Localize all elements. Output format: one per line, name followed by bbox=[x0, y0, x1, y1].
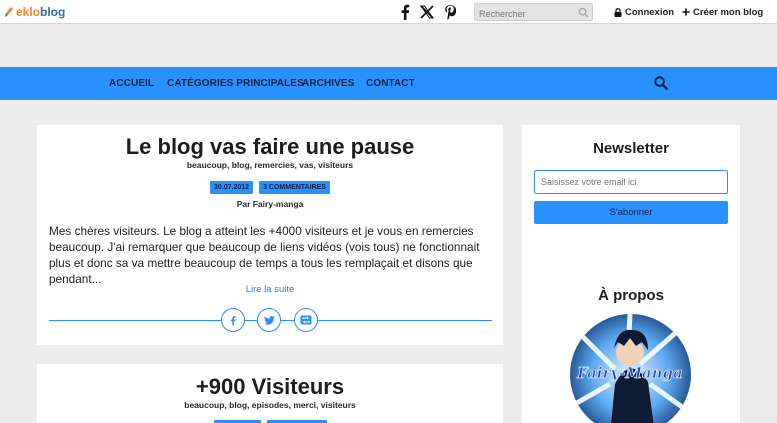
avatar-image: Fairy-Manga bbox=[570, 314, 691, 423]
main-navigation: ACCUEIL CATÉGORIES PRINCIPALES ARCHIVES … bbox=[0, 67, 777, 100]
post-tags[interactable]: beaucoup, blog, remercies, vas, visiteur… bbox=[37, 160, 503, 170]
nav-item-categories[interactable]: CATÉGORIES PRINCIPALES bbox=[167, 78, 304, 89]
nav-item-accueil[interactable]: ACCUEIL bbox=[109, 78, 154, 89]
top-bar: ekloblog Connexion Créer mon blog bbox=[0, 0, 777, 24]
twitter-bird-icon bbox=[263, 315, 275, 325]
post-author: Par Fairy-manga bbox=[236, 199, 304, 209]
avatar: Fairy-Manga bbox=[570, 314, 691, 423]
newsletter-email-field bbox=[534, 170, 728, 194]
post-excerpt: Mes chères visiteurs. Le blog a atteint … bbox=[49, 224, 480, 286]
newsletter-title: Newsletter bbox=[593, 140, 669, 157]
post-title[interactable]: Le blog vas faire une pause bbox=[37, 134, 503, 160]
share-twitter-button[interactable] bbox=[257, 308, 281, 332]
create-blog-link[interactable]: Créer mon blog bbox=[682, 5, 763, 19]
plus-icon bbox=[682, 8, 690, 16]
eklablog-logo[interactable]: eklo blog bbox=[4, 3, 65, 21]
logo-text-blog: blog bbox=[40, 5, 66, 19]
newsletter-email-input[interactable] bbox=[535, 171, 727, 193]
facebook-icon[interactable] bbox=[396, 3, 414, 21]
post-card: +900 Visiteurs beaucoup, blog, episodes,… bbox=[37, 364, 503, 423]
pinterest-icon[interactable] bbox=[441, 3, 459, 21]
create-blog-label: Créer mon blog bbox=[693, 6, 764, 18]
share-facebook-button[interactable] bbox=[221, 308, 245, 332]
newsletter-widget: Newsletter S'abonner bbox=[522, 125, 740, 275]
post-tags[interactable]: beaucoup, blog, episodes, merci, visiteu… bbox=[37, 400, 503, 410]
x-twitter-icon[interactable] bbox=[418, 3, 436, 21]
logo-text-eklo: eklo bbox=[16, 5, 41, 19]
about-title: À propos bbox=[598, 287, 664, 304]
read-more-link[interactable]: Lire la suite bbox=[37, 284, 503, 295]
facebook-icon bbox=[230, 315, 236, 325]
reblog-icon bbox=[300, 315, 312, 325]
nav-item-contact[interactable]: CONTACT bbox=[366, 78, 415, 89]
top-search-input[interactable] bbox=[475, 6, 592, 22]
post-date-badge[interactable]: 30.07.2012 bbox=[210, 181, 254, 194]
post-title[interactable]: +900 Visiteurs bbox=[37, 374, 503, 400]
post-comments-badge[interactable]: 3 COMMENTAIRES bbox=[259, 181, 330, 194]
nav-search-icon[interactable] bbox=[654, 76, 668, 90]
lock-icon bbox=[614, 7, 622, 17]
login-label: Connexion bbox=[625, 6, 675, 18]
login-link[interactable]: Connexion bbox=[614, 5, 674, 19]
nav-item-archives[interactable]: ARCHIVES bbox=[302, 78, 354, 89]
subscribe-button[interactable]: S'abonner bbox=[534, 201, 728, 224]
post-meta: 30.07.2012 3 COMMENTAIRES bbox=[37, 181, 503, 194]
pencil-logo-icon bbox=[5, 7, 13, 17]
post-card: Le blog vas faire une pause beaucoup, bl… bbox=[37, 125, 503, 345]
share-reblog-button[interactable] bbox=[294, 308, 318, 332]
search-icon[interactable] bbox=[578, 7, 589, 18]
about-widget: À propos Fairy-Manga bbox=[522, 270, 740, 423]
top-search bbox=[474, 3, 593, 22]
avatar-logo-text: Fairy-Manga bbox=[576, 364, 683, 382]
